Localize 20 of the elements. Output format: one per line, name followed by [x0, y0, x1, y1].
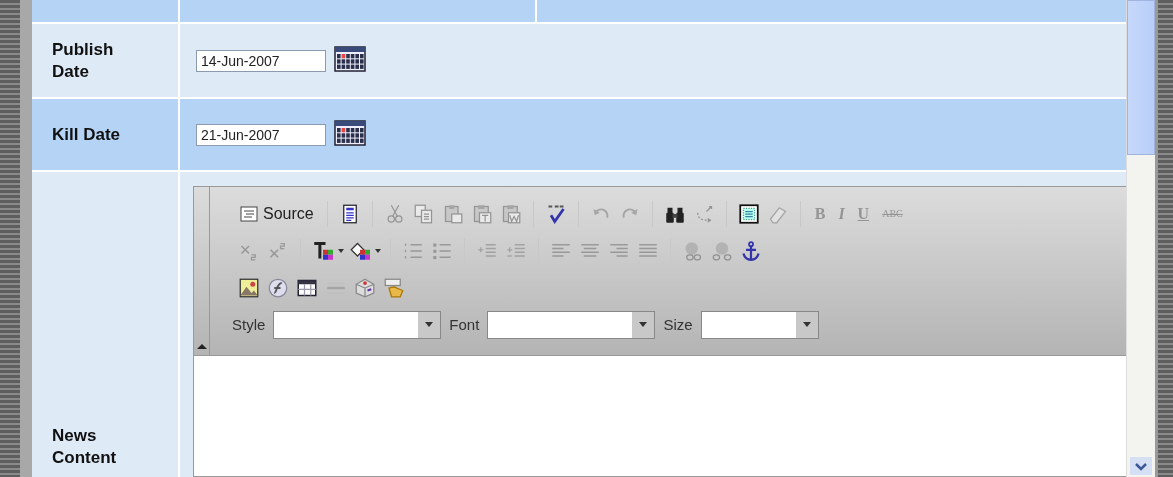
dropdown-field[interactable] [700, 310, 819, 339]
scrollbar[interactable] [1126, 0, 1155, 477]
combo-label: Style [232, 316, 266, 333]
dropdown-field[interactable] [273, 310, 442, 339]
calendar-icon[interactable] [334, 119, 366, 146]
calendar-icon[interactable] [334, 45, 366, 72]
field-label: Kill Date [52, 123, 121, 146]
date-field[interactable]: 21-Jun-2007 [196, 123, 326, 146]
scroll-down-icon[interactable] [1130, 457, 1152, 475]
date-field[interactable]: 14-Jun-2007 [196, 49, 326, 72]
caret-icon[interactable] [338, 248, 344, 253]
combo-label: Font [449, 316, 480, 333]
caret-icon[interactable] [375, 248, 381, 253]
dropdown-field[interactable] [487, 310, 656, 339]
source-button[interactable]: Source [236, 204, 318, 223]
combo-label: Size [663, 316, 693, 333]
field-label: Publish Date [52, 38, 115, 83]
collapse-icon[interactable] [196, 344, 207, 349]
field-label: News Content [52, 425, 118, 469]
scrollbar-thumb[interactable] [1127, 0, 1155, 155]
